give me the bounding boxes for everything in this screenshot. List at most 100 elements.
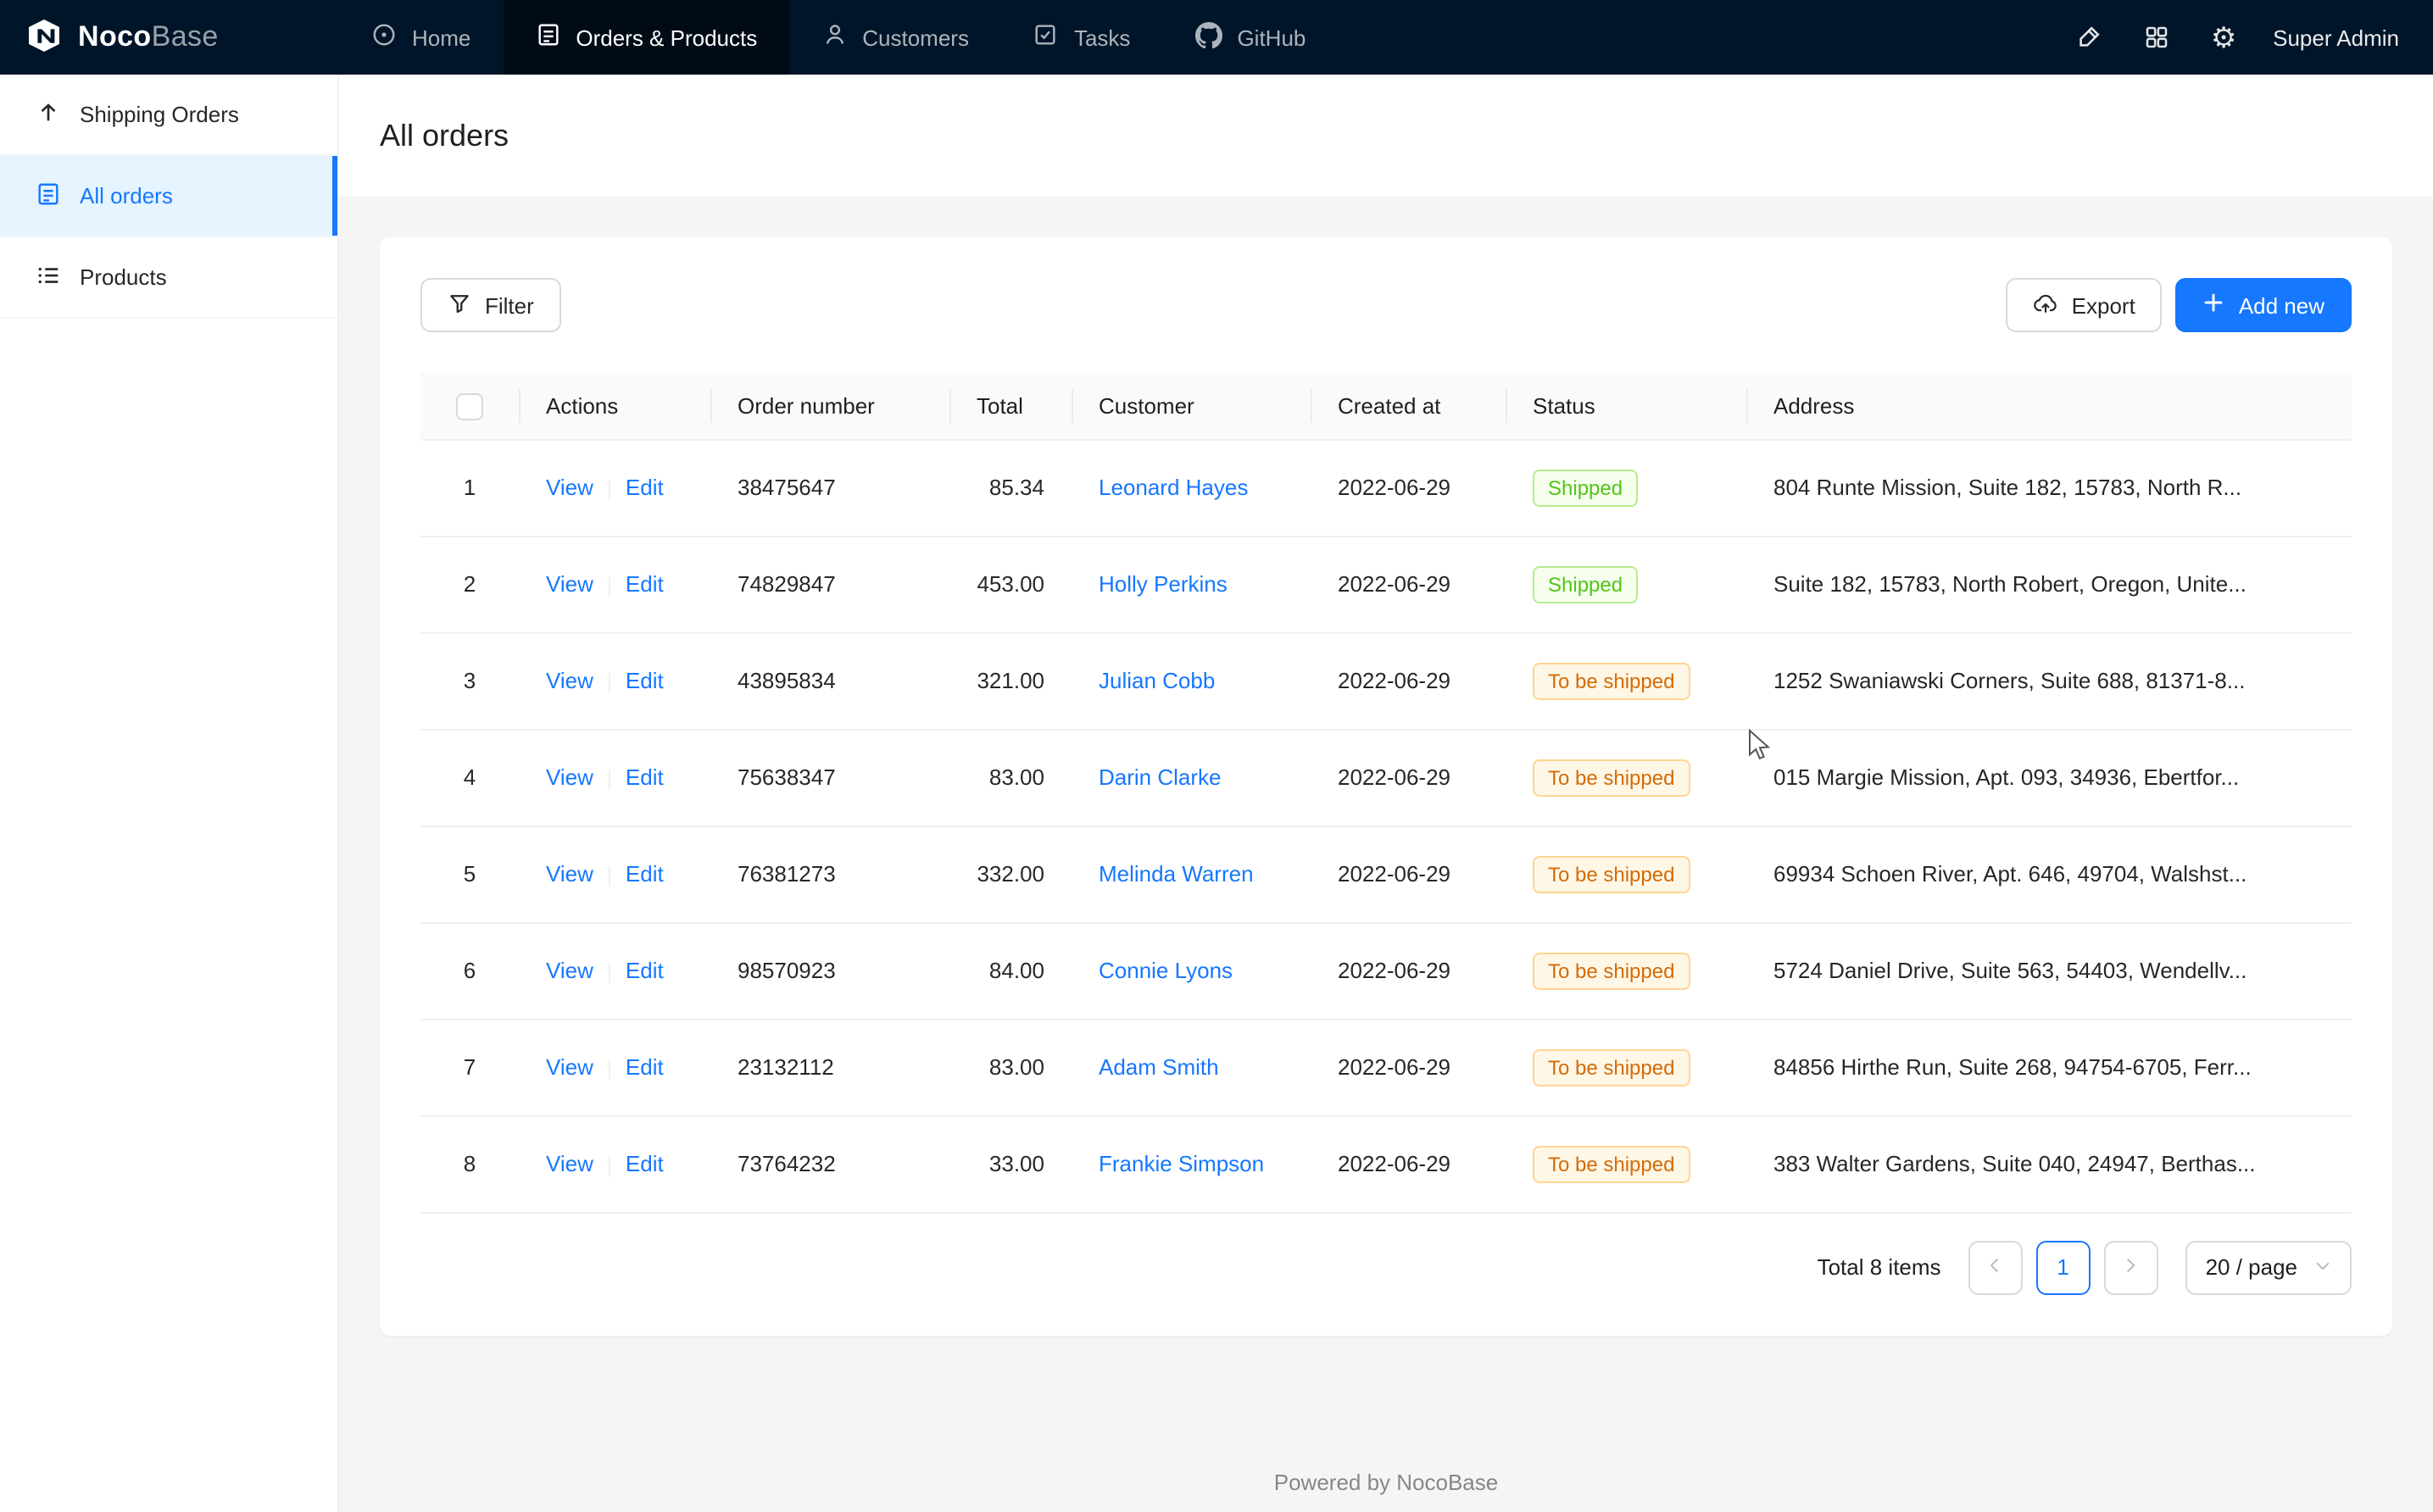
column-header-total[interactable]: Total [949, 373, 1072, 439]
row-index: 4 [420, 729, 519, 825]
customer-link[interactable]: Melinda Warren [1099, 861, 1254, 887]
edit-link[interactable]: Edit [626, 861, 664, 887]
status-cell: Shipped [1506, 536, 1746, 632]
add-new-button[interactable]: Add new [2176, 278, 2352, 332]
order-number-cell: 73764232 [710, 1115, 949, 1212]
row-actions-cell: View Edit [519, 922, 710, 1019]
nav-item-orders-products[interactable]: Orders & Products [503, 0, 789, 75]
created-at-cell: 2022-06-29 [1311, 922, 1506, 1019]
table-row[interactable]: 5 ViewEdit 76381273 332.00 Melinda Warre… [420, 825, 2352, 922]
pagination-total: Total 8 items [1818, 1254, 1941, 1280]
sidebar-item-all-orders[interactable]: All orders [0, 156, 337, 237]
page-size-select[interactable]: 20 / page [2185, 1240, 2352, 1294]
view-link[interactable]: View [546, 861, 593, 887]
created-at-cell: 2022-06-29 [1311, 729, 1506, 825]
edit-link[interactable]: Edit [626, 571, 664, 597]
ui-editor-highlight-icon[interactable] [2069, 19, 2107, 56]
address-cell: 84856 Hirthe Run, Suite 268, 94754-6705,… [1746, 1019, 2352, 1115]
blocks-grid-icon[interactable] [2137, 19, 2174, 56]
chevron-right-icon [2122, 1254, 2141, 1280]
edit-link[interactable]: Edit [626, 1151, 664, 1176]
status-tag: Shipped [1533, 469, 1638, 506]
row-actions-cell: View Edit [519, 1019, 710, 1115]
view-link[interactable]: View [546, 1054, 593, 1080]
export-button[interactable]: Export [2006, 278, 2163, 332]
view-link[interactable]: View [546, 764, 593, 790]
nocobase-logo[interactable]: NocoBase [0, 0, 339, 75]
brand-text: NocoBase [78, 20, 219, 54]
address-cell: 804 Runte Mission, Suite 182, 15783, Nor… [1746, 439, 2352, 536]
table-row[interactable]: 8 ViewEdit 73764232 33.00 Frankie Simpso… [420, 1115, 2352, 1212]
table-row[interactable]: 7 ViewEdit 23132112 83.00 Adam Smith 202… [420, 1019, 2352, 1115]
edit-link[interactable]: Edit [626, 1054, 664, 1080]
view-link[interactable]: View [546, 668, 593, 693]
nav-item-customers[interactable]: Customers [789, 0, 1001, 75]
sidebar-item-label: All orders [80, 183, 173, 208]
page-title: All orders [380, 118, 509, 153]
edit-link[interactable]: Edit [626, 958, 664, 983]
settings-gear-icon[interactable]: ⚙ [2205, 19, 2242, 56]
customer-link[interactable]: Julian Cobb [1099, 668, 1215, 693]
customer-link[interactable]: Holly Perkins [1099, 571, 1228, 597]
table-row[interactable]: 1 ViewEdit 38475647 85.34 Leonard Hayes … [420, 439, 2352, 536]
column-header-customer[interactable]: Customer [1072, 373, 1311, 439]
table-row[interactable]: 3 ViewEdit 43895834 321.00 Julian Cobb 2… [420, 632, 2352, 729]
column-header-actions[interactable]: Actions [519, 373, 710, 439]
row-index: 2 [420, 536, 519, 632]
status-cell: To be shipped [1506, 729, 1746, 825]
pagination-page-1[interactable]: 1 [2036, 1240, 2091, 1294]
sidebar-item-products[interactable]: Products [0, 237, 337, 319]
view-link[interactable]: View [546, 1151, 593, 1176]
view-link[interactable]: View [546, 571, 593, 597]
status-cell: To be shipped [1506, 1115, 1746, 1212]
column-header-status[interactable]: Status [1506, 373, 1746, 439]
total-cell: 83.00 [949, 1019, 1072, 1115]
nav-item-github[interactable]: GitHub [1162, 0, 1338, 75]
page-size-value: 20 / page [2206, 1254, 2297, 1280]
action-divider [609, 769, 610, 789]
view-link[interactable]: View [546, 958, 593, 983]
customer-link[interactable]: Leonard Hayes [1099, 475, 1248, 500]
total-cell: 321.00 [949, 632, 1072, 729]
table-row[interactable]: 6 ViewEdit 98570923 84.00 Connie Lyons 2… [420, 922, 2352, 1019]
tasks-icon [1033, 22, 1059, 53]
row-actions-cell: View Edit [519, 1115, 710, 1212]
customer-link[interactable]: Darin Clarke [1099, 764, 1222, 790]
orders-file-icon [36, 181, 61, 211]
column-header-created-at[interactable]: Created at [1311, 373, 1506, 439]
pagination-next-button[interactable] [2104, 1240, 2158, 1294]
orders-card: Filter Export Add new [380, 237, 2392, 1335]
nav-item-label: Orders & Products [576, 25, 757, 50]
page-header: All orders [339, 75, 2433, 197]
customer-link[interactable]: Adam Smith [1099, 1054, 1219, 1080]
column-header-order-number[interactable]: Order number [710, 373, 949, 439]
table-row[interactable]: 2 ViewEdit 74829847 453.00 Holly Perkins… [420, 536, 2352, 632]
customer-link[interactable]: Frankie Simpson [1099, 1151, 1264, 1176]
row-index: 5 [420, 825, 519, 922]
sidebar-item-shipping-orders[interactable]: Shipping Orders [0, 75, 337, 156]
column-header-address[interactable]: Address [1746, 373, 2352, 439]
customer-cell: Melinda Warren [1072, 825, 1311, 922]
select-all-checkbox[interactable] [456, 392, 483, 420]
edit-link[interactable]: Edit [626, 764, 664, 790]
filter-button[interactable]: Filter [420, 278, 561, 332]
user-menu[interactable]: Super Admin [2273, 25, 2399, 50]
nav-item-tasks[interactable]: Tasks [1001, 0, 1162, 75]
edit-link[interactable]: Edit [626, 475, 664, 500]
nav-item-home[interactable]: Home [339, 0, 503, 75]
customer-link[interactable]: Connie Lyons [1099, 958, 1233, 983]
pagination-prev-button[interactable] [1968, 1240, 2023, 1294]
customer-cell: Connie Lyons [1072, 922, 1311, 1019]
table-row[interactable]: 4 ViewEdit 75638347 83.00 Darin Clarke 2… [420, 729, 2352, 825]
top-nav: NocoBase Home Orders & Products Customer… [0, 0, 2433, 75]
view-link[interactable]: View [546, 475, 593, 500]
sidebar-item-label: Products [80, 264, 167, 290]
status-tag: To be shipped [1533, 1048, 1690, 1086]
created-at-cell: 2022-06-29 [1311, 536, 1506, 632]
add-new-button-label: Add new [2239, 292, 2324, 318]
address-cell: 383 Walter Gardens, Suite 040, 24947, Be… [1746, 1115, 2352, 1212]
chevron-down-icon [2314, 1254, 2331, 1280]
table-header-row: Actions Order number Total Customer Crea… [420, 373, 2352, 439]
edit-link[interactable]: Edit [626, 668, 664, 693]
order-number-cell: 75638347 [710, 729, 949, 825]
